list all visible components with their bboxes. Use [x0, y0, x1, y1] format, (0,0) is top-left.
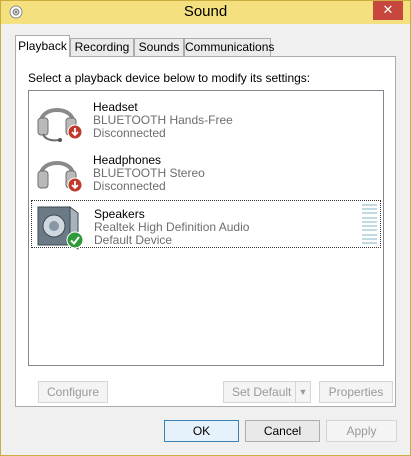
device-item-headset[interactable]: Headset BLUETOOTH Hands-Free Disconnecte…: [31, 94, 381, 142]
close-button[interactable]: ✕: [373, 1, 403, 20]
device-text: Speakers Realtek High Definition Audio D…: [94, 208, 249, 247]
disconnected-badge-icon: [67, 124, 83, 140]
title-bar[interactable]: Sound ✕: [1, 1, 410, 24]
disconnected-badge-icon: [67, 177, 83, 193]
chevron-down-icon[interactable]: ▼: [295, 382, 310, 402]
device-status: Disconnected: [93, 179, 166, 193]
device-status: Disconnected: [93, 126, 166, 140]
playback-device-list[interactable]: Headset BLUETOOTH Hands-Free Disconnecte…: [28, 90, 384, 366]
device-text: Headset BLUETOOTH Hands-Free Disconnecte…: [93, 101, 233, 140]
cancel-button[interactable]: Cancel: [245, 420, 320, 442]
dialog-client-area: Playback Recording Sounds Communications…: [8, 24, 403, 451]
instruction-text: Select a playback device below to modify…: [28, 71, 311, 85]
tab-recording[interactable]: Recording: [70, 38, 134, 57]
device-status: Default Device: [94, 233, 173, 247]
tab-playback[interactable]: Playback: [15, 35, 70, 57]
ok-button[interactable]: OK: [164, 420, 239, 442]
device-text: Headphones BLUETOOTH Stereo Disconnected: [93, 154, 205, 193]
set-default-split-button[interactable]: Set Default ▼: [223, 381, 311, 403]
sound-dialog: Sound ✕ Playback Recording Sounds Commun…: [0, 0, 411, 456]
playback-tab-panel: Select a playback device below to modify…: [15, 56, 396, 407]
properties-button[interactable]: Properties: [319, 381, 393, 403]
default-device-check-icon: [66, 231, 84, 249]
window-title: Sound: [183, 3, 228, 20]
device-item-speakers[interactable]: Speakers Realtek High Definition Audio D…: [31, 200, 381, 250]
device-item-headphones[interactable]: Headphones BLUETOOTH Stereo Disconnected: [31, 147, 381, 195]
configure-button[interactable]: Configure: [38, 381, 108, 403]
apply-button[interactable]: Apply: [326, 420, 397, 442]
volume-level-meter: [362, 204, 377, 244]
set-default-label: Set Default: [232, 385, 292, 399]
tab-communications[interactable]: Communications: [184, 38, 274, 57]
tab-sounds[interactable]: Sounds: [134, 38, 184, 57]
